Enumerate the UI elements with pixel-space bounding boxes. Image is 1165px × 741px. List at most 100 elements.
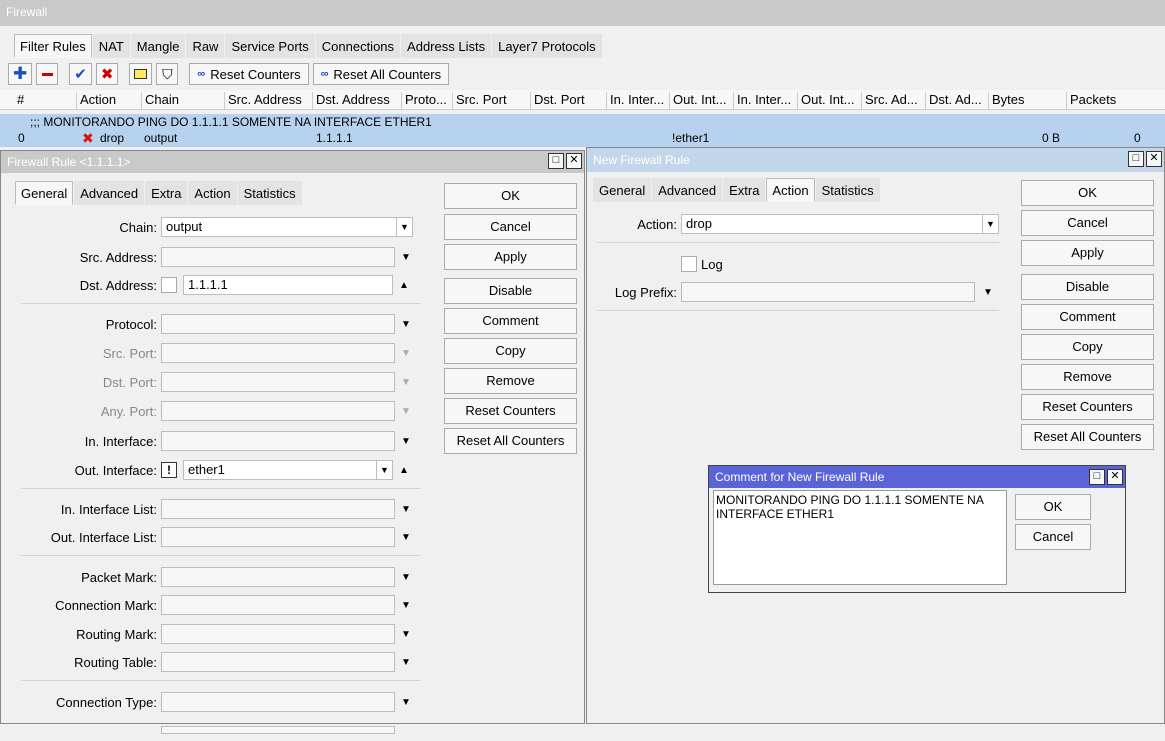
tab-service-ports[interactable]: Service Ports xyxy=(225,34,315,58)
collapse-arrow-icon[interactable]: ▲ xyxy=(397,465,411,476)
chain-combo[interactable]: output ▼ xyxy=(161,217,413,237)
combo-down-icon[interactable]: ▼ xyxy=(396,218,412,236)
tab-connections[interactable]: Connections xyxy=(315,34,401,58)
ok-button[interactable]: OK xyxy=(444,183,577,209)
src-address-input[interactable] xyxy=(161,247,395,267)
reset-all-counters-button[interactable]: Reset All Counters xyxy=(1021,424,1154,450)
cancel-button[interactable]: Cancel xyxy=(1015,524,1091,550)
tab-extra[interactable]: Extra xyxy=(723,178,766,202)
negate-toggle[interactable]: ! xyxy=(161,462,177,478)
dropdown-arrow-icon[interactable]: ▼ xyxy=(399,697,413,708)
combo-down-icon[interactable]: ▼ xyxy=(376,461,392,479)
log-prefix-input[interactable] xyxy=(681,282,975,302)
apply-button[interactable]: Apply xyxy=(1021,240,1154,266)
reset-counters-button[interactable]: Reset Counters xyxy=(444,398,577,424)
add-button[interactable]: ✚ xyxy=(8,63,33,85)
tab-action[interactable]: Action xyxy=(766,178,815,202)
tab-nat[interactable]: NAT xyxy=(92,34,130,58)
enable-button[interactable]: ✔ xyxy=(69,63,92,85)
remove-button[interactable]: Remove xyxy=(1021,364,1154,390)
packet-mark-input[interactable] xyxy=(161,567,395,587)
remove-button[interactable]: Remove xyxy=(444,368,577,394)
out-interface-combo[interactable]: ether1 ▼ xyxy=(183,460,393,480)
tab-layer7-protocols[interactable]: Layer7 Protocols xyxy=(492,34,602,58)
connection-mark-input[interactable] xyxy=(161,595,395,615)
copy-button[interactable]: Copy xyxy=(1021,334,1154,360)
dropdown-arrow-icon[interactable]: ▼ xyxy=(399,629,413,640)
apply-button[interactable]: Apply xyxy=(444,244,577,270)
col-protocol[interactable]: Proto... xyxy=(401,92,447,109)
col-out-interface-list[interactable]: Out. Int... xyxy=(797,92,854,109)
filter-button[interactable]: ⛉ xyxy=(156,63,179,85)
ok-button[interactable]: OK xyxy=(1015,494,1091,520)
dropdown-arrow-icon[interactable]: ▼ xyxy=(399,436,413,447)
reset-all-counters-button[interactable]: Reset All Counters xyxy=(444,428,577,454)
out-interface-list-input[interactable] xyxy=(161,527,395,547)
tab-statistics[interactable]: Statistics xyxy=(237,181,302,205)
negate-checkbox[interactable] xyxy=(161,277,177,293)
col-chain[interactable]: Chain xyxy=(141,92,179,109)
col-dst-address[interactable]: Dst. Address xyxy=(312,92,390,109)
dropdown-arrow-icon[interactable]: ▼ xyxy=(399,657,413,668)
col-in-interface[interactable]: In. Inter... xyxy=(606,92,664,109)
tab-mangle[interactable]: Mangle xyxy=(130,34,186,58)
rule-comment-row[interactable]: ;;; MONITORANDO PING DO 1.1.1.1 SOMENTE … xyxy=(0,114,1165,130)
tab-address-lists[interactable]: Address Lists xyxy=(401,34,492,58)
tab-general[interactable]: General xyxy=(15,181,74,205)
col-src-address-list[interactable]: Src. Ad... xyxy=(861,92,918,109)
col-in-interface-list[interactable]: In. Inter... xyxy=(733,92,791,109)
in-interface-list-input[interactable] xyxy=(161,499,395,519)
protocol-input[interactable] xyxy=(161,314,395,334)
comment-textarea[interactable]: MONITORANDO PING DO 1.1.1.1 SOMENTE NA I… xyxy=(713,490,1007,585)
action-combo[interactable]: drop ▼ xyxy=(681,214,999,234)
reset-all-counters-button[interactable]: ∞ Reset All Counters xyxy=(312,63,450,85)
disable-button[interactable]: Disable xyxy=(1021,274,1154,300)
col-num[interactable]: # xyxy=(14,92,24,109)
combo-down-icon[interactable]: ▼ xyxy=(982,215,998,233)
col-packets[interactable]: Packets xyxy=(1066,92,1116,109)
reset-counters-button[interactable]: ∞ Reset Counters xyxy=(189,63,309,85)
dropdown-arrow-icon[interactable]: ▼ xyxy=(399,600,413,611)
close-icon[interactable]: ✕ xyxy=(1146,151,1162,167)
col-out-interface[interactable]: Out. Int... xyxy=(669,92,726,109)
routing-table-input[interactable] xyxy=(161,652,395,672)
tab-advanced[interactable]: Advanced xyxy=(652,178,723,202)
cancel-button[interactable]: Cancel xyxy=(1021,210,1154,236)
table-row[interactable]: 0 ✖ drop output 1.1.1.1 !ether1 0 B 0 xyxy=(0,130,1165,147)
tab-general[interactable]: General xyxy=(593,178,652,202)
log-checkbox[interactable] xyxy=(681,256,697,272)
col-src-port[interactable]: Src. Port xyxy=(452,92,507,109)
comment-button[interactable] xyxy=(129,63,153,85)
remove-button[interactable] xyxy=(36,63,59,85)
dropdown-arrow-icon[interactable]: ▼ xyxy=(399,319,413,330)
ok-button[interactable]: OK xyxy=(1021,180,1154,206)
col-dst-address-list[interactable]: Dst. Ad... xyxy=(925,92,982,109)
cancel-button[interactable]: Cancel xyxy=(444,214,577,240)
col-action[interactable]: Action xyxy=(76,92,116,109)
maximize-icon[interactable]: □ xyxy=(548,153,564,169)
tab-extra[interactable]: Extra xyxy=(145,181,188,205)
close-icon[interactable]: ✕ xyxy=(1107,469,1123,485)
copy-button[interactable]: Copy xyxy=(444,338,577,364)
comment-button[interactable]: Comment xyxy=(444,308,577,334)
tab-advanced[interactable]: Advanced xyxy=(74,181,145,205)
next-field-input[interactable] xyxy=(161,726,395,734)
dst-address-input[interactable]: 1.1.1.1 xyxy=(183,275,393,295)
in-interface-input[interactable] xyxy=(161,431,395,451)
disable-button[interactable]: Disable xyxy=(444,278,577,304)
dropdown-arrow-icon[interactable]: ▼ xyxy=(981,287,995,298)
dropdown-arrow-icon[interactable]: ▼ xyxy=(399,504,413,515)
tab-action[interactable]: Action xyxy=(188,181,237,205)
routing-mark-input[interactable] xyxy=(161,624,395,644)
dropdown-arrow-icon[interactable]: ▼ xyxy=(399,532,413,543)
collapse-arrow-icon[interactable]: ▲ xyxy=(397,280,411,291)
tab-raw[interactable]: Raw xyxy=(186,34,225,58)
dropdown-arrow-icon[interactable]: ▼ xyxy=(399,252,413,263)
dropdown-arrow-icon[interactable]: ▼ xyxy=(399,572,413,583)
comment-button[interactable]: Comment xyxy=(1021,304,1154,330)
close-icon[interactable]: ✕ xyxy=(566,153,582,169)
maximize-icon[interactable]: □ xyxy=(1128,151,1144,167)
maximize-icon[interactable]: □ xyxy=(1089,469,1105,485)
tab-statistics[interactable]: Statistics xyxy=(815,178,880,202)
tab-filter-rules[interactable]: Filter Rules xyxy=(14,34,92,58)
